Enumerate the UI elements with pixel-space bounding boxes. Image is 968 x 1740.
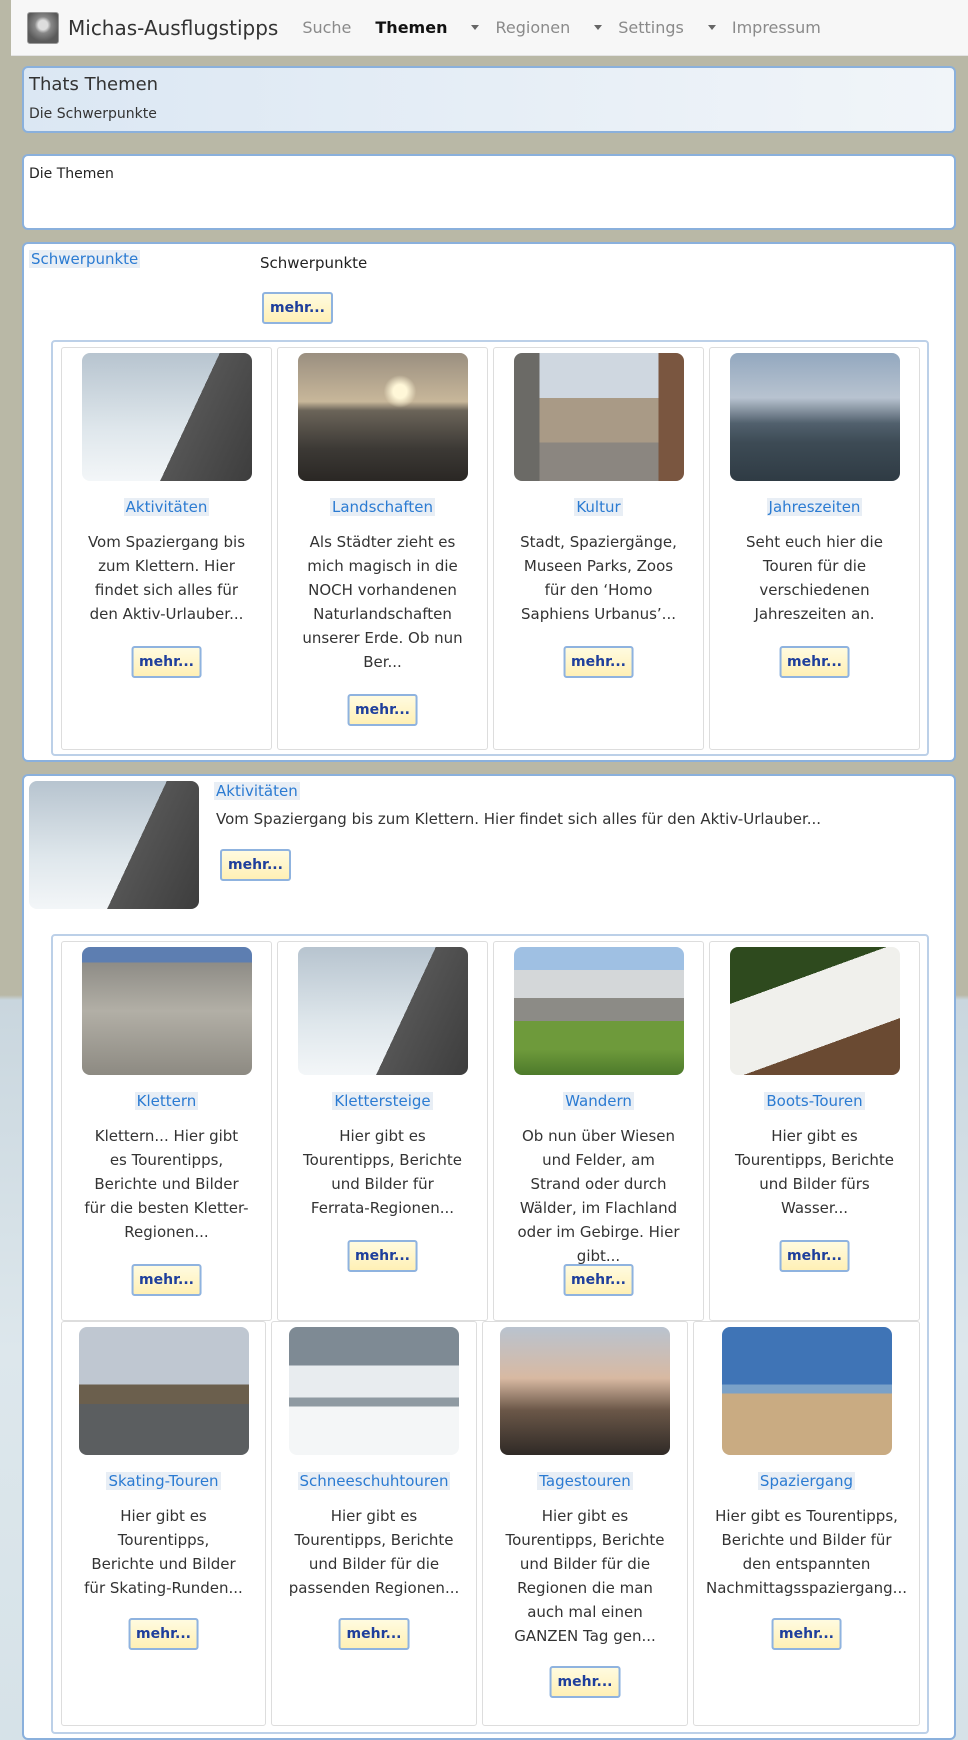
card-title-link[interactable]: Landschaften	[330, 498, 435, 516]
page-subtitle: Die Schwerpunkte	[29, 106, 157, 122]
themen-title: Die Themen	[29, 166, 114, 182]
card-image[interactable]	[78, 1327, 249, 1455]
card-more-button[interactable]: mehr...	[131, 1264, 202, 1296]
schwerpunkte-link[interactable]: Schwerpunkte	[29, 250, 141, 268]
card-more-button[interactable]: mehr...	[563, 1264, 634, 1296]
page-title: Thats Themen	[29, 74, 159, 95]
aktivitaeten-description: Vom Spaziergang bis zum Klettern. Hier f…	[216, 810, 822, 828]
card-description: Ob nun über Wiesen und Felder, am Strand…	[517, 1127, 680, 1265]
nav-item-settings[interactable]: Settings	[618, 18, 684, 37]
card-jahreszeiten: Jahreszeiten Seht euch hier die Touren f…	[709, 347, 920, 750]
card-description: Seht euch hier die Touren für die versch…	[746, 533, 883, 623]
card-more-button[interactable]: mehr...	[338, 1618, 410, 1650]
card-more-button[interactable]: mehr...	[131, 646, 202, 678]
card-description: Hier gibt es Tourentipps, Berichte und B…	[84, 1507, 243, 1597]
schwerpunkte-grid: Aktivitäten Vom Spaziergang bis zum Klet…	[51, 340, 929, 756]
card-description: Hier gibt es Tourentipps, Berichte und B…	[706, 1507, 907, 1597]
card-image[interactable]	[297, 353, 468, 481]
schwerpunkte-more-button[interactable]: mehr...	[262, 292, 333, 324]
card-title-link[interactable]: Spaziergang	[757, 1472, 856, 1490]
nav-item-suche[interactable]: Suche	[302, 18, 351, 37]
aktivitaeten-image[interactable]	[29, 781, 199, 909]
chevron-down-icon[interactable]	[594, 25, 603, 30]
card-image[interactable]	[729, 353, 900, 481]
card-title-link[interactable]: Boots-Touren	[764, 1092, 865, 1110]
card-more-button[interactable]: mehr...	[771, 1618, 842, 1650]
chevron-down-icon[interactable]	[707, 25, 716, 30]
card-description: Stadt, Spaziergänge, Museen Parks, Zoos …	[520, 533, 677, 623]
card-skating-touren: Skating-Touren Hier gibt es Tourentipps,…	[61, 1321, 266, 1726]
card-more-button[interactable]: mehr...	[549, 1666, 621, 1698]
schwerpunkte-panel: Schwerpunkte Schwerpunkte mehr... Aktivi…	[22, 242, 956, 762]
card-image[interactable]	[721, 1327, 892, 1455]
card-more-button[interactable]: mehr...	[779, 646, 850, 678]
schwerpunkte-text: Schwerpunkte	[260, 254, 368, 272]
card-title-link[interactable]: Wandern	[563, 1092, 634, 1110]
aktivitaeten-panel: Aktivitäten Vom Spaziergang bis zum Klet…	[22, 774, 956, 1740]
card-more-button[interactable]: mehr...	[347, 694, 418, 726]
card-title-link[interactable]: Skating-Touren	[106, 1472, 221, 1490]
card-description: Als Städter zieht es mich magisch in die…	[302, 533, 463, 671]
navbar: Michas-Ausflugstipps Suche Themen Region…	[11, 0, 968, 56]
card-image[interactable]	[81, 947, 252, 1075]
card-title-link[interactable]: Klettern	[134, 1092, 199, 1110]
card-schneeschuhtouren: Schneeschuhtouren Hier gibt es Tourentip…	[271, 1321, 477, 1726]
aktivitaeten-more-button[interactable]: mehr...	[220, 849, 291, 881]
card-aktivitaeten: Aktivitäten Vom Spaziergang bis zum Klet…	[61, 347, 272, 750]
card-image[interactable]	[513, 353, 684, 481]
card-wandern: Wandern Ob nun über Wiesen und Felder, a…	[493, 941, 704, 1321]
card-title-link[interactable]: Klettersteige	[332, 1092, 433, 1110]
card-image[interactable]	[513, 947, 684, 1075]
card-description: Hier gibt es Tourentipps, Berichte und B…	[505, 1507, 665, 1645]
card-description: Vom Spaziergang bis zum Klettern. Hier f…	[87, 533, 246, 623]
card-boots-touren: Boots-Touren Hier gibt es Tourentipps, B…	[709, 941, 920, 1321]
card-description: Klettern... Hier gibt es Tourentipps, Be…	[84, 1127, 249, 1241]
brand-logo[interactable]	[27, 11, 59, 44]
card-image[interactable]	[729, 947, 900, 1075]
card-image[interactable]	[289, 1327, 459, 1455]
card-description: Hier gibt es Tourentipps, Berichte und B…	[734, 1127, 895, 1217]
card-title-link[interactable]: Kultur	[574, 498, 623, 516]
card-spaziergang: Spaziergang Hier gibt es Tourentipps, Be…	[693, 1321, 920, 1726]
card-image[interactable]	[500, 1327, 670, 1455]
themen-panel: Die Themen	[22, 154, 956, 230]
card-more-button[interactable]: mehr...	[347, 1240, 418, 1272]
card-klettersteige: Klettersteige Hier gibt es Tourentipps, …	[277, 941, 488, 1321]
nav-item-regionen[interactable]: Regionen	[495, 18, 570, 37]
card-title-link[interactable]: Schneeschuhtouren	[297, 1472, 451, 1490]
card-more-button[interactable]: mehr...	[779, 1240, 850, 1272]
page-header: Thats Themen Die Schwerpunkte	[22, 66, 956, 133]
card-image[interactable]	[297, 947, 468, 1075]
card-title-link[interactable]: Tagestouren	[537, 1472, 633, 1490]
card-description: Hier gibt es Tourentipps, Berichte und B…	[302, 1127, 463, 1217]
card-tagestouren: Tagestouren Hier gibt es Tourentipps, Be…	[482, 1321, 688, 1726]
card-title-link[interactable]: Aktivitäten	[123, 498, 210, 516]
nav-item-themen[interactable]: Themen	[375, 18, 447, 37]
chevron-down-icon[interactable]	[471, 25, 480, 30]
card-description: Hier gibt es Tourentipps, Berichte und B…	[288, 1507, 460, 1597]
card-title-link[interactable]: Jahreszeiten	[766, 498, 863, 516]
brand-name[interactable]: Michas-Ausflugstipps	[68, 16, 278, 40]
aktivitaeten-link[interactable]: Aktivitäten	[214, 782, 300, 800]
card-image[interactable]	[81, 353, 252, 481]
nav-item-impressum[interactable]: Impressum	[732, 18, 821, 37]
card-kultur: Kultur Stadt, Spaziergänge, Museen Parks…	[493, 347, 704, 750]
card-landschaften: Landschaften Als Städter zieht es mich m…	[277, 347, 488, 750]
aktivitaeten-grid: Klettern Klettern... Hier gibt es Touren…	[51, 934, 929, 1734]
card-more-button[interactable]: mehr...	[563, 646, 634, 678]
card-klettern: Klettern Klettern... Hier gibt es Touren…	[61, 941, 272, 1321]
card-more-button[interactable]: mehr...	[128, 1618, 199, 1650]
